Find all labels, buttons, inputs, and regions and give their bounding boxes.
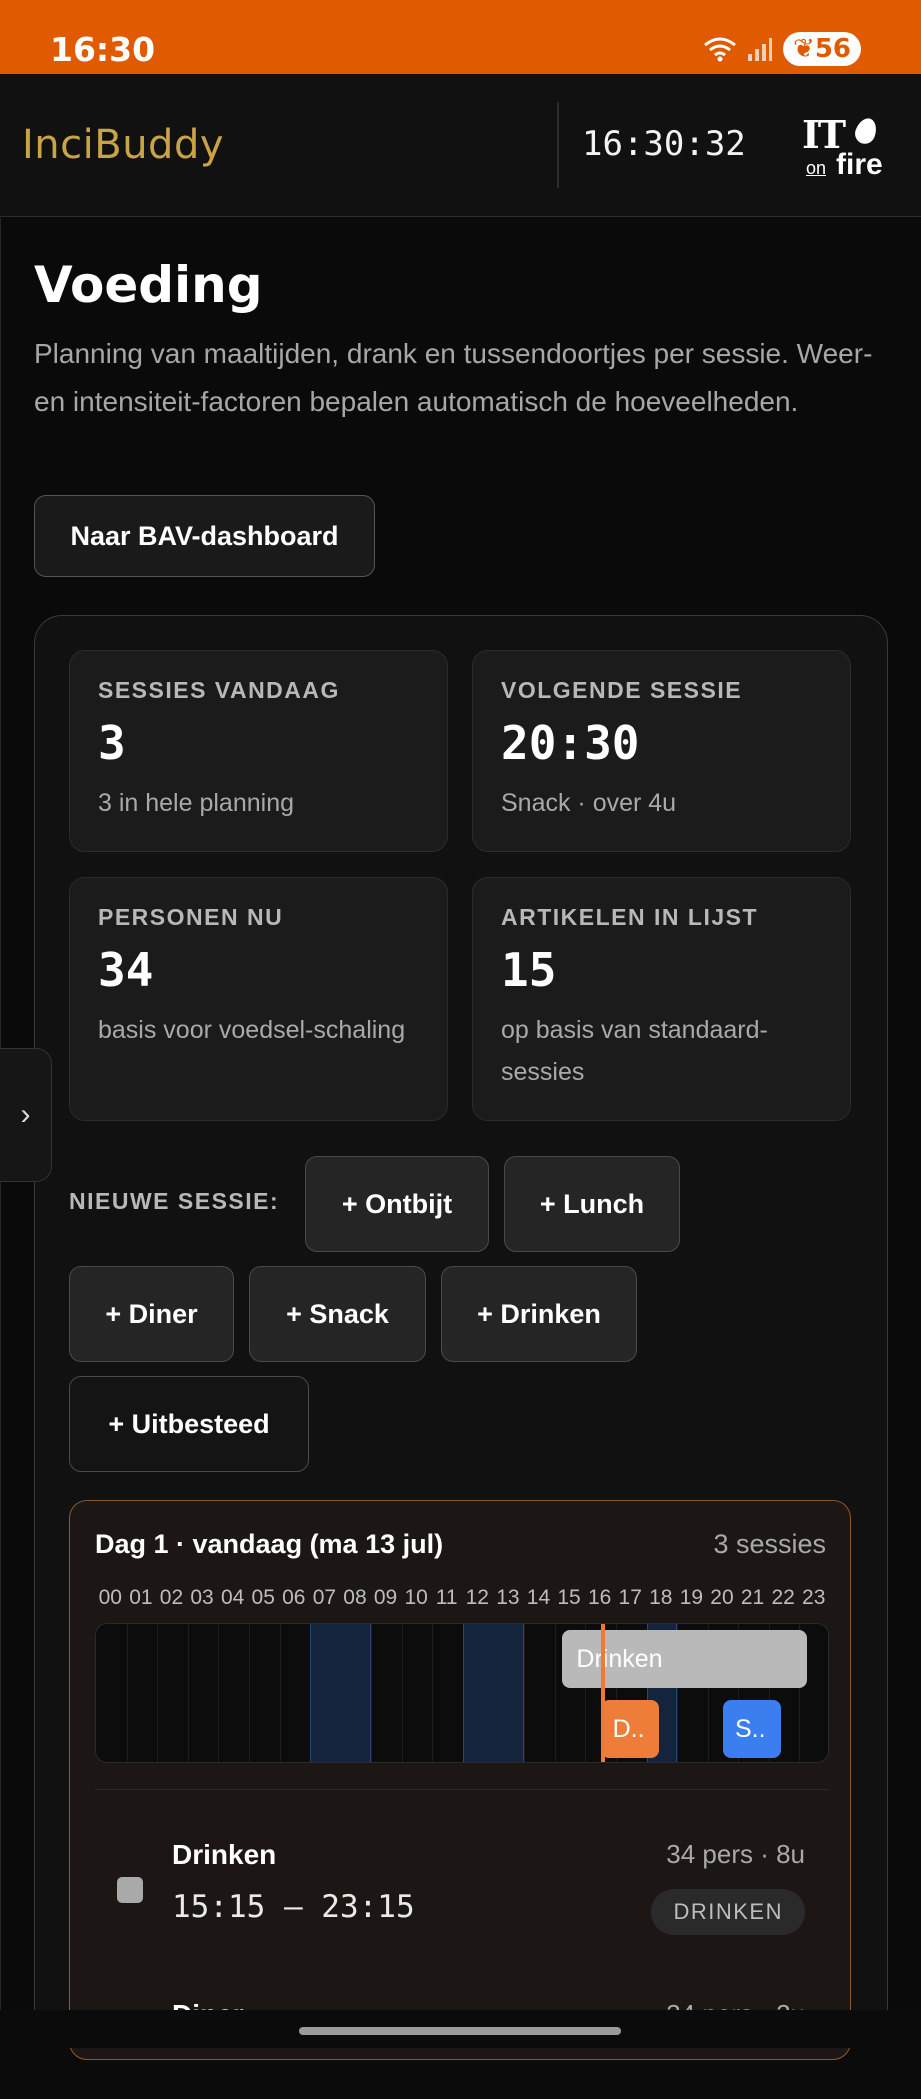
stat-card-next-session: VOLGENDE SESSIE 20:30 Snack · over 4u [472,650,851,852]
app-header: InciBuddy 16:30:32 IT on fire [0,74,921,217]
stat-label: SESSIES VANDAAG [98,677,340,703]
session-name: Drinken [172,1839,277,1870]
page-subtitle: Planning van maaltijden, drank en tussen… [34,338,873,417]
hour-label: 16 [587,1586,612,1609]
hour-label: 13 [496,1586,520,1609]
timeline-highlight-block [310,1624,372,1762]
stat-sub: op basis van standaard-sessies [501,1016,768,1086]
stat-value: 15 [501,943,557,997]
session-row[interactable]: Drinken 15:15 – 23:15 34 pers · 8u DRINK… [95,1819,829,1939]
hour-gridline [279,1624,281,1762]
day-title: Dag 1 · vandaag (ma 13 jul) [95,1529,444,1559]
stat-card-articles: ARTIKELEN IN LIJST 15 op basis van stand… [472,877,851,1121]
header-divider [557,102,559,188]
hour-label: 04 [220,1586,245,1609]
stat-sub: 3 in hele planning [98,789,294,817]
hour-gridline [432,1624,434,1762]
timeline-divider [95,1789,829,1790]
session-time-range: 15:15 – 23:15 [172,1889,415,1925]
add-drinks-button[interactable]: + Drinken [441,1266,637,1362]
battery-saver-icon: ❦ [793,34,815,64]
hour-label: 22 [771,1586,795,1609]
battery-level: 56 [814,34,851,64]
hour-label: 06 [282,1586,306,1609]
add-snack-button[interactable]: + Snack [249,1266,426,1362]
timeline-highlight-block [463,1624,525,1762]
hour-gridline [371,1624,373,1762]
signal-icon [748,38,773,61]
hour-label: 18 [649,1586,673,1609]
timeline-session-bar[interactable]: D.. [600,1700,659,1758]
hour-label: 15 [557,1586,581,1609]
hour-label: 01 [129,1586,153,1609]
stat-value: 3 [98,716,126,770]
timeline-hour-labels: 00 01 02 03 04 05 06 07 08 09 10 11 12 13 14 15 16 17 18 19… [95,1586,829,1612]
session-type-badge: DRINKEN [651,1889,805,1935]
hour-label: 19 [679,1586,704,1609]
gesture-nav-bar [0,2010,921,2048]
hour-gridline [248,1624,250,1762]
stat-card-sessions-today: SESSIES VANDAAG 3 3 in hele planning [69,650,448,852]
hour-label: 12 [465,1586,489,1609]
hour-label: 14 [526,1586,551,1609]
hour-gridline [524,1624,526,1762]
hour-label: 03 [190,1586,214,1609]
status-bar: 16:30 ❦56 [0,0,921,74]
stat-label: PERSONEN NU [98,904,284,930]
hour-label: 10 [404,1586,428,1609]
current-time-marker [600,1624,605,1762]
hour-label: 23 [802,1586,826,1609]
stat-value: 20:30 [501,716,640,770]
hour-label: 20 [710,1586,734,1609]
stat-label: VOLGENDE SESSIE [501,677,743,703]
timeline-session-bar[interactable]: S.. [722,1700,781,1758]
wifi-icon [704,37,736,62]
stat-card-persons-now: PERSONEN NU 34 basis voor voedsel-schali… [69,877,448,1121]
session-meta: 34 pers · 8u [666,1839,805,1869]
timeline-session-bar[interactable]: Drinken [562,1630,808,1688]
sidebar-expand-toggle[interactable]: › [0,1048,52,1182]
battery-indicator: ❦56 [783,32,861,66]
chevron-right-icon: › [20,1098,31,1131]
day-session-count: 3 sessies [713,1529,826,1559]
hour-label: 21 [740,1586,765,1609]
stat-sub: Snack · over 4u [501,789,677,817]
hour-label: 08 [343,1586,367,1609]
hour-label: 02 [159,1586,184,1609]
hour-label: 00 [98,1586,122,1609]
status-time: 16:30 [50,30,156,69]
stat-value: 34 [98,943,154,997]
hour-label: 11 [435,1586,458,1609]
session-checkbox[interactable] [117,1877,143,1903]
hour-gridline [187,1624,189,1762]
logo-fire-text: fire [836,148,883,181]
timeline-track[interactable]: Drinken D.. S.. [95,1623,829,1763]
day-card: Dag 1 · vandaag (ma 13 jul) 3 sessies 00… [69,1500,851,2060]
hour-label: 05 [251,1586,275,1609]
hour-label: 17 [618,1586,642,1609]
hour-gridline [554,1624,556,1762]
flame-icon [852,115,880,147]
stat-sub: basis voor voedsel-schaling [98,1016,406,1044]
stat-label: ARTIKELEN IN LIJST [501,904,759,930]
new-session-label: NIEUWE SESSIE: [69,1188,280,1214]
home-gesture-handle[interactable] [299,2027,621,2035]
add-lunch-button[interactable]: + Lunch [504,1156,680,1252]
header-clock: 16:30:32 [582,124,746,164]
it-on-fire-logo: IT on fire [802,112,898,182]
add-outsourced-button[interactable]: + Uitbesteed [69,1376,309,1472]
logo-on-text: on [806,158,827,178]
bav-dashboard-button[interactable]: Naar BAV-dashboard [34,495,375,577]
hour-label: 09 [373,1586,398,1609]
hour-label: 07 [312,1586,337,1609]
add-dinner-button[interactable]: + Diner [69,1266,234,1362]
hour-gridline [157,1624,159,1762]
hour-gridline [218,1624,220,1762]
status-icons: ❦56 [703,32,861,66]
hour-gridline [126,1624,128,1762]
page-title: Voeding [34,256,263,314]
add-breakfast-button[interactable]: + Ontbijt [305,1156,489,1252]
hour-gridline [401,1624,403,1762]
brand-logo[interactable]: InciBuddy [22,122,224,168]
